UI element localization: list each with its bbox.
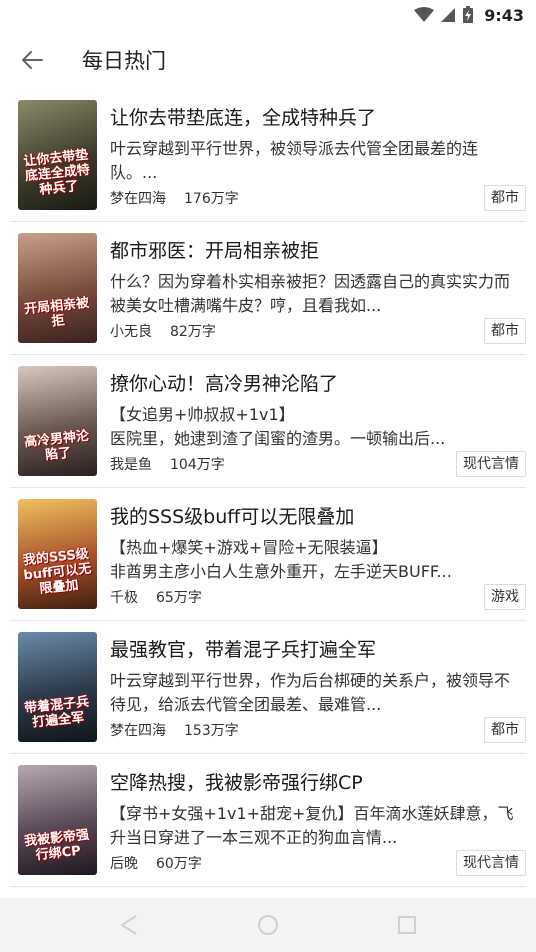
cover-title: 我的SSS级buff可以无限叠加 — [22, 546, 93, 597]
battery-icon — [463, 6, 474, 23]
book-description: 【热血+爆笑+游戏+冒险+无限装逼】 非酋男主彦小白人生意外重开，左手逆天BUF… — [110, 538, 452, 581]
nav-back-button[interactable] — [109, 905, 149, 945]
book-category-tag[interactable]: 都市 — [484, 717, 526, 743]
book-title: 空降热搜，我被影帝强行绑CP — [110, 772, 363, 794]
book-category-tag[interactable]: 现代言情 — [456, 451, 526, 477]
book-author: 后晚 — [110, 856, 138, 872]
book-category-tag[interactable]: 游戏 — [484, 584, 526, 610]
signal-icon — [441, 8, 456, 22]
book-item[interactable]: 我被影帝强行绑CP 空降热搜，我被影帝强行绑CP 【穿书+女强+1v1+甜宠+复… — [10, 755, 526, 887]
cover-title: 高冷男神沦陷了 — [23, 428, 90, 464]
cover-title: 开局相亲被拒 — [23, 295, 90, 330]
book-cover: 我的SSS级buff可以无限叠加 — [18, 499, 97, 609]
book-title: 让你去带垫底连，全成特种兵了 — [110, 107, 377, 129]
book-word-count: 82万字 — [170, 324, 216, 340]
book-item[interactable]: 开局相亲被拒 都市邪医：开局相亲被拒 什么？因为穿着朴实相亲被拒？因透露自己的真… — [10, 223, 526, 355]
circle-home-icon — [257, 915, 278, 935]
book-title: 都市邪医：开局相亲被拒 — [110, 240, 320, 262]
book-category-tag[interactable]: 现代言情 — [456, 850, 526, 876]
cover-title: 带着混子兵打遍全军 — [23, 694, 90, 731]
header: 每日热门 — [0, 30, 536, 90]
book-cover: 开局相亲被拒 — [18, 233, 97, 343]
book-item[interactable]: 我的SSS级buff可以无限叠加 我的SSS级buff可以无限叠加 【热血+爆笑… — [10, 489, 526, 621]
book-word-count: 60万字 — [156, 856, 202, 872]
nav-recents-button[interactable] — [387, 905, 427, 945]
status-time: 9:43 — [484, 5, 524, 25]
book-category-tag[interactable]: 都市 — [484, 185, 526, 211]
cover-title: 让你去带垫底连全成特种兵了 — [22, 147, 91, 198]
book-title: 撩你心动！高冷男神沦陷了 — [110, 373, 339, 395]
back-arrow-icon — [22, 51, 43, 69]
status-bar: 9:43 — [0, 0, 536, 30]
book-title: 我的SSS级buff可以无限叠加 — [110, 506, 355, 528]
book-word-count: 153万字 — [184, 723, 239, 739]
book-word-count: 104万字 — [170, 457, 225, 473]
square-recents-icon — [397, 916, 416, 934]
book-author: 我是鱼 — [110, 457, 152, 473]
book-author: 小无良 — [110, 324, 152, 340]
book-cover: 让你去带垫底连全成特种兵了 — [18, 100, 97, 210]
book-item[interactable]: 让你去带垫底连全成特种兵了 让你去带垫底连，全成特种兵了 叶云穿越到平行世界，被… — [10, 90, 526, 222]
book-author: 梦在四海 — [110, 723, 166, 739]
cover-title: 我被影帝强行绑CP — [23, 827, 90, 864]
back-button[interactable] — [0, 30, 64, 90]
page-title: 每日热门 — [82, 49, 166, 73]
book-item[interactable]: 高冷男神沦陷了 撩你心动！高冷男神沦陷了 【女追男+帅叔叔+1v1】 医院里，她… — [10, 356, 526, 488]
wifi-icon — [414, 7, 435, 22]
book-cover: 带着混子兵打遍全军 — [18, 632, 97, 742]
book-description: 什么？因为穿着朴实相亲被拒？因透露自己的真实实力而被美女吐槽满嘴牛皮？哼，且看我… — [110, 272, 511, 315]
book-description: 【女追男+帅叔叔+1v1】 医院里，她逮到渣了闺蜜的渣男。一顿输出后... — [110, 405, 446, 448]
book-title: 最强教官，带着混子兵打遍全军 — [110, 639, 377, 661]
book-category-tag[interactable]: 都市 — [484, 318, 526, 344]
book-cover: 高冷男神沦陷了 — [18, 366, 97, 476]
book-description: 叶云穿越到平行世界，作为后台梆硬的关系户，被领导不待见，给派去代管全团最差、最难… — [110, 671, 511, 714]
book-word-count: 176万字 — [184, 191, 239, 207]
system-navigation-bar — [0, 898, 536, 952]
book-author: 千极 — [110, 590, 138, 606]
nav-home-button[interactable] — [248, 905, 288, 945]
book-description: 【穿书+女强+1v1+甜宠+复仇】百年滴水莲妖肆意，飞升当日穿进了一本三观不正的… — [110, 804, 514, 847]
book-item[interactable]: 带着混子兵打遍全军 最强教官，带着混子兵打遍全军 叶云穿越到平行世界，作为后台梆… — [10, 622, 526, 754]
book-description: 叶云穿越到平行世界，被领导派去代管全团最差的连队。... — [110, 139, 479, 182]
book-cover: 我被影帝强行绑CP — [18, 765, 97, 875]
book-author: 梦在四海 — [110, 191, 166, 207]
book-word-count: 65万字 — [156, 590, 202, 606]
triangle-back-icon — [120, 915, 137, 935]
